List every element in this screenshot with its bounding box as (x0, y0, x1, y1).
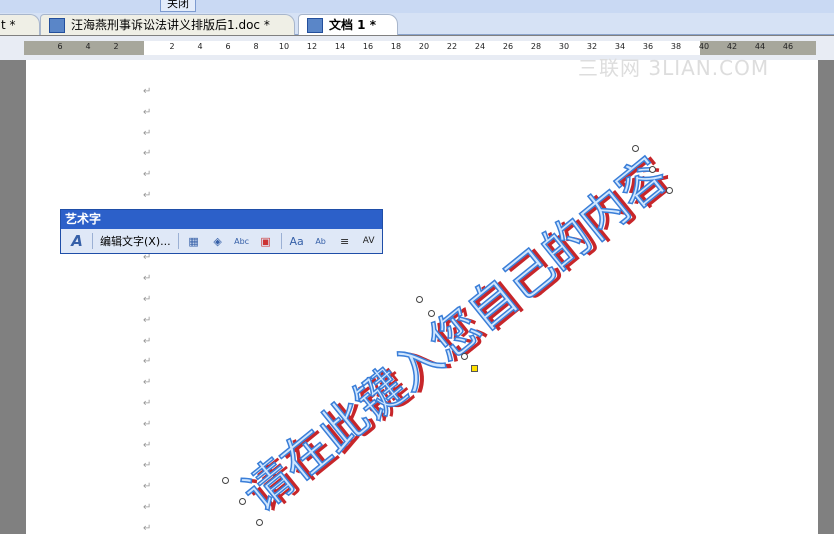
paragraph-mark: ↵ (143, 169, 152, 181)
paragraph-mark: ↵ (143, 439, 152, 451)
ruler-tick: 26 (502, 42, 514, 51)
ruler-tick: 30 (558, 42, 570, 51)
ruler-tick: 32 (586, 42, 598, 51)
ruler-tick: 22 (446, 42, 458, 51)
paragraph-mark: ↵ (143, 377, 152, 389)
ruler-tick: 36 (642, 42, 654, 51)
ruler-tick: 16 (362, 42, 374, 51)
ruler-tick: 4 (85, 42, 91, 51)
resize-handle[interactable] (256, 519, 263, 526)
alignment-icon[interactable]: ≡ (335, 232, 355, 250)
ruler-tick: 40 (698, 42, 710, 51)
paragraph-mark: ↵ (143, 127, 152, 139)
ruler-tick: 10 (278, 42, 290, 51)
close-button[interactable]: 关闭 (160, 0, 196, 12)
insert-wordart-icon[interactable]: A (67, 232, 87, 250)
resize-handle[interactable] (632, 145, 639, 152)
paragraph-mark: ↵ (143, 106, 152, 118)
format-fill-icon[interactable]: ◈ (208, 232, 228, 250)
tab-doc-1[interactable]: 文档 1 * (298, 14, 398, 35)
paragraph-mark: ↵ (143, 522, 152, 534)
resize-handle[interactable] (222, 477, 229, 484)
resize-handle[interactable] (461, 353, 468, 360)
ruler-tick: 38 (670, 42, 682, 51)
tab-doc-lecture[interactable]: 汪海燕刑事诉讼法讲义排版后1.doc * (40, 14, 295, 35)
ruler-tick: 44 (754, 42, 766, 51)
tab-doc-prev[interactable]: t * (0, 14, 40, 35)
paragraph-mark: ↵ (143, 190, 152, 201)
paragraph-mark: ↵ (143, 294, 152, 305)
paragraph-mark: ↵ (143, 335, 152, 347)
word-doc-icon (49, 18, 65, 33)
ruler-tick: 4 (197, 42, 203, 51)
ruler-tick: 34 (614, 42, 626, 51)
wordart-toolbar: 艺术字 A 编辑文字(X)... ▦ ◈ Abc ▣ Aa Ab ≡ AV (60, 209, 383, 254)
same-letter-heights-icon[interactable]: Aa (287, 232, 307, 250)
ruler-tick: 18 (390, 42, 402, 51)
character-spacing-icon[interactable]: AV (359, 232, 379, 250)
paragraph-mark: ↵ (143, 502, 152, 513)
ruler-tick: 2 (113, 42, 119, 51)
wordart-shape-icon[interactable]: Abc (232, 232, 252, 250)
ruler-tick: 42 (726, 42, 738, 51)
paragraph-mark: ↵ (143, 398, 152, 409)
resize-handle[interactable] (428, 310, 435, 317)
vertical-text-icon[interactable]: Ab (311, 232, 331, 250)
edit-text-button[interactable]: 编辑文字(X)... (96, 233, 175, 249)
ruler-tick: 12 (306, 42, 318, 51)
paragraph-mark: ↵ (143, 273, 152, 285)
ruler-tick: 14 (334, 42, 346, 51)
paragraph-mark: ↵ (143, 460, 152, 472)
ruler-tick: 6 (225, 42, 231, 51)
word-doc-icon (307, 18, 323, 33)
resize-handle[interactable] (649, 166, 656, 173)
resize-handle[interactable] (239, 498, 246, 505)
ruler-tick: 20 (418, 42, 430, 51)
resize-handle[interactable] (666, 187, 673, 194)
paragraph-mark: ↵ (143, 86, 152, 97)
ruler-tick: 2 (169, 42, 175, 51)
text-wrapping-icon[interactable]: ▣ (256, 232, 276, 250)
paragraph-mark: ↵ (143, 356, 152, 368)
paragraph-mark: ↵ (143, 418, 152, 430)
ruler-tick: 28 (530, 42, 542, 51)
ruler-tick: 8 (253, 42, 259, 51)
wordart-gallery-icon[interactable]: ▦ (184, 232, 204, 250)
ruler-tick: 24 (474, 42, 486, 51)
standard-toolbar: 关闭 (0, 0, 834, 13)
paragraph-mark: ↵ (143, 148, 152, 160)
paragraph-mark: ↵ (143, 314, 152, 326)
paragraph-mark: ↵ (143, 481, 152, 493)
paragraph-mark: ↵ (143, 252, 152, 264)
document-tabs: t * 汪海燕刑事诉讼法讲义排版后1.doc * 文档 1 * (0, 13, 834, 35)
toolbar-title: 艺术字 (61, 210, 382, 229)
ruler-tick: 6 (57, 42, 63, 51)
watermark: 三联网 3LIAN.COM (578, 56, 770, 80)
ruler-tick: 46 (782, 42, 794, 51)
rotate-handle[interactable] (416, 296, 423, 303)
adjust-handle[interactable] (471, 365, 478, 372)
